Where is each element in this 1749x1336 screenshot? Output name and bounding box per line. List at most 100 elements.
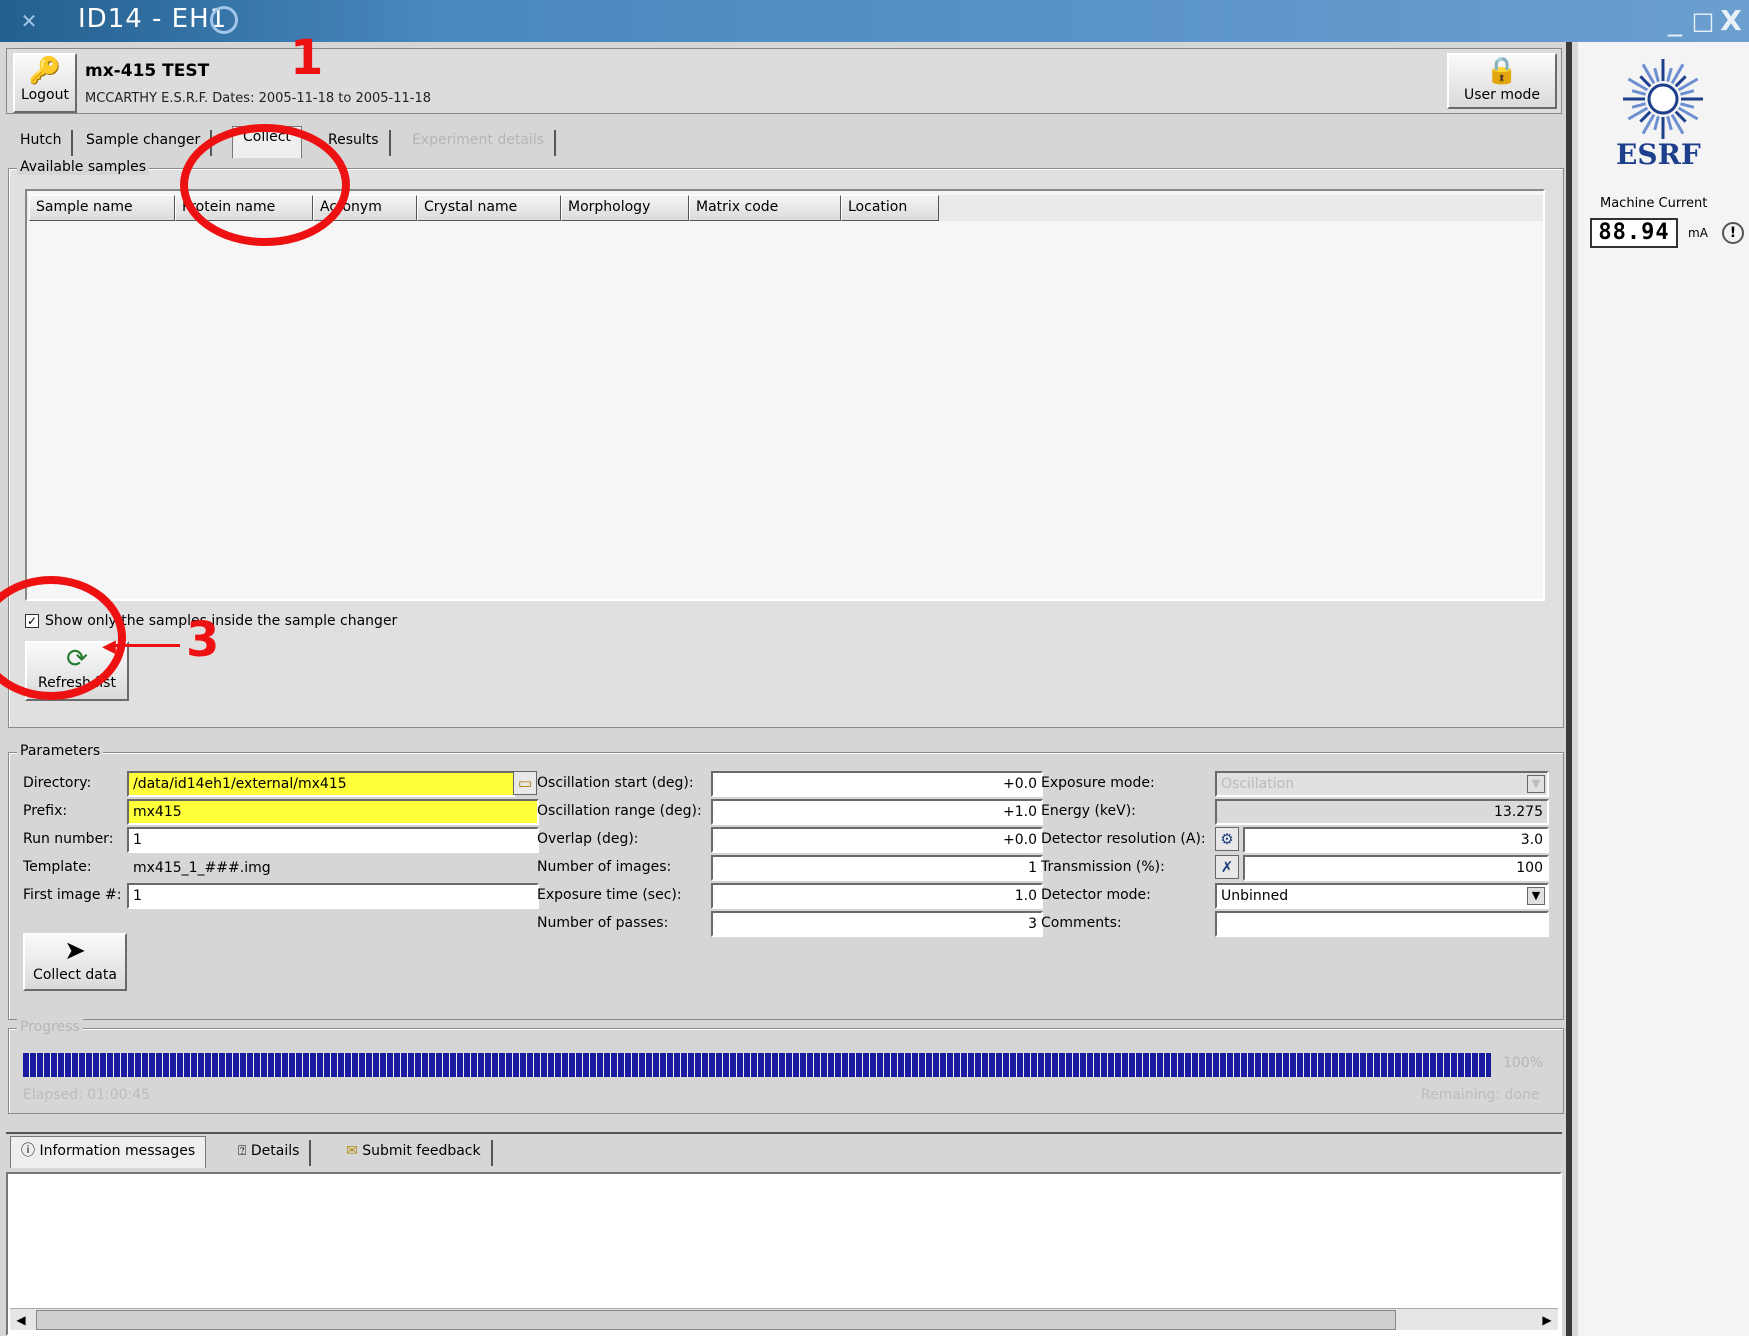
progress-group: Progress 100% Elapsed: 01:00:45 Remainin… <box>8 1019 1564 1114</box>
scrollbar-thumb[interactable] <box>36 1310 1396 1330</box>
overlap-field[interactable]: +0.0 <box>711 827 1043 853</box>
template-field: mx415_1_###.img <box>127 855 539 881</box>
num-passes-field[interactable]: 3 <box>711 911 1043 937</box>
logo-ray <box>1674 110 1687 123</box>
comments-field[interactable] <box>1215 911 1549 937</box>
project-title: mx-415 TEST <box>85 61 210 81</box>
column-header-crystal-name[interactable]: Crystal name <box>417 195 561 221</box>
detector-resolution-icon[interactable]: ⚙ <box>1215 827 1239 851</box>
tab-information-messages[interactable]: ⓘ Information messages <box>10 1136 207 1168</box>
maximize-button[interactable]: □ <box>1690 8 1716 34</box>
tab-label: Details <box>250 1143 300 1159</box>
exposure-mode-label: Exposure mode: <box>1041 775 1155 791</box>
annotation-number: 1 <box>290 30 324 86</box>
warning-icon[interactable]: ! <box>1722 222 1744 244</box>
comments-label: Comments: <box>1041 915 1122 931</box>
logo-ray <box>1639 110 1652 123</box>
overlap-label: Overlap (deg): <box>537 831 639 847</box>
column-header-location[interactable]: Location <box>841 195 939 221</box>
available-samples-title: Available samples <box>17 159 150 175</box>
tab-label: Submit feedback <box>362 1143 481 1159</box>
tab-experiment-details[interactable]: Experiment details <box>402 130 556 156</box>
logout-button[interactable]: 🔑 Logout <box>13 53 77 113</box>
window-titlebar[interactable]: ✕ ID14 - EH1 _ □ X <box>0 0 1749 42</box>
logo-ray <box>1639 75 1652 88</box>
logout-label: Logout <box>21 87 69 103</box>
annotation-ring <box>180 124 350 246</box>
tab-label: Information messages <box>39 1143 196 1159</box>
column-header-morphology[interactable]: Morphology <box>561 195 689 221</box>
annotation-arrow <box>110 644 180 647</box>
osc-range-field[interactable]: +1.0 <box>711 799 1043 825</box>
progress-title: Progress <box>17 1019 83 1035</box>
transmission-label: Transmission (%): <box>1041 859 1165 875</box>
run-number-label: Run number: <box>23 831 114 847</box>
num-images-label: Number of images: <box>537 859 672 875</box>
first-image-field[interactable]: 1 <box>127 883 539 909</box>
detector-resolution-field[interactable]: 3.0 <box>1243 827 1549 853</box>
lock-icon: 🔒 <box>1485 56 1519 86</box>
horizontal-scrollbar[interactable]: ◀ ▶ <box>10 1308 1558 1330</box>
collect-data-button[interactable]: ➤ Collect data <box>23 933 127 991</box>
main-window: 🔑 Logout mx-415 TEST MCCARTHY E.S.R.F. D… <box>0 30 1572 1336</box>
transmission-field[interactable]: 100 <box>1243 855 1549 881</box>
chevron-down-icon[interactable]: ▼ <box>1527 775 1545 793</box>
osc-start-field[interactable]: +0.0 <box>711 771 1043 797</box>
logo-ray <box>1653 115 1660 131</box>
chevron-down-icon[interactable]: ▼ <box>1527 887 1545 905</box>
annotation-number: 3 <box>186 612 220 668</box>
transmission-icon[interactable]: ✗ <box>1215 855 1239 879</box>
user-mode-button[interactable]: 🔒 User mode <box>1447 53 1557 109</box>
prefix-field[interactable]: mx415 <box>127 799 539 825</box>
num-images-field[interactable]: 1 <box>711 855 1043 881</box>
prefix-label: Prefix: <box>23 803 68 819</box>
osc-range-label: Oscillation range (deg): <box>537 803 702 819</box>
logo-ray <box>1666 115 1673 131</box>
detector-mode-label: Detector mode: <box>1041 887 1151 903</box>
message-area[interactable]: ◀ ▶ <box>6 1172 1562 1336</box>
folder-icon[interactable]: ▭ <box>513 771 537 795</box>
column-header-sample-name[interactable]: Sample name <box>29 195 175 221</box>
logo-ray <box>1631 102 1647 109</box>
samples-table[interactable]: Sample name Protein name Acronym Crystal… <box>25 189 1545 601</box>
tab-submit-feedback[interactable]: ✉ Submit feedback <box>336 1140 493 1166</box>
minimize-button[interactable]: _ <box>1662 7 1688 35</box>
close-button[interactable]: X <box>1718 7 1744 35</box>
logo-ray <box>1674 75 1687 88</box>
user-mode-label: User mode <box>1463 87 1541 103</box>
exposure-mode-select[interactable]: Oscillation ▼ <box>1215 771 1549 797</box>
machine-current-value: 88.94 <box>1590 218 1678 248</box>
scroll-left-icon[interactable]: ◀ <box>12 1311 30 1329</box>
num-passes-label: Number of passes: <box>537 915 669 931</box>
tab-hutch[interactable]: Hutch <box>10 130 74 156</box>
available-samples-group: Available samples Sample name Protein na… <box>8 159 1564 728</box>
directory-label: Directory: <box>23 775 92 791</box>
esrf-logo-text: ESRF <box>1616 138 1701 171</box>
tab-details[interactable]: ⍰ Details <box>228 1140 312 1166</box>
send-arrow-icon: ➤ <box>64 936 86 966</box>
detector-mode-value: Unbinned <box>1221 888 1289 904</box>
logout-icon: 🔑 <box>28 56 62 86</box>
scroll-right-icon[interactable]: ▶ <box>1538 1311 1556 1329</box>
arrow-head-icon: ◀ <box>102 636 116 657</box>
directory-field[interactable]: /data/id14eh1/external/mx415 <box>127 771 515 797</box>
help-icon: ⍰ <box>238 1143 251 1159</box>
logo-ray <box>1653 67 1660 83</box>
osc-start-label: Oscillation start (deg): <box>537 775 694 791</box>
parameters-group: Parameters Directory: /data/id14eh1/exte… <box>8 743 1564 1020</box>
template-label: Template: <box>23 859 92 875</box>
collect-data-label: Collect data <box>33 967 117 983</box>
run-number-field[interactable]: 1 <box>127 827 539 853</box>
exposure-time-label: Exposure time (sec): <box>537 887 682 903</box>
logo-ray <box>1679 102 1695 109</box>
elapsed-time: Elapsed: 01:00:45 <box>23 1087 151 1103</box>
column-header-matrix-code[interactable]: Matrix code <box>689 195 841 221</box>
energy-field[interactable]: 13.275 <box>1215 799 1549 825</box>
exposure-mode-value: Oscillation <box>1221 776 1295 792</box>
detector-mode-select[interactable]: Unbinned ▼ <box>1215 883 1549 909</box>
remaining-time: Remaining: done <box>1421 1087 1540 1103</box>
side-panel: ESRF Machine Current 88.94 mA ! <box>1578 42 1749 1336</box>
info-icon: ⓘ <box>21 1143 40 1159</box>
machine-current-unit: mA <box>1688 226 1708 240</box>
exposure-time-field[interactable]: 1.0 <box>711 883 1043 909</box>
